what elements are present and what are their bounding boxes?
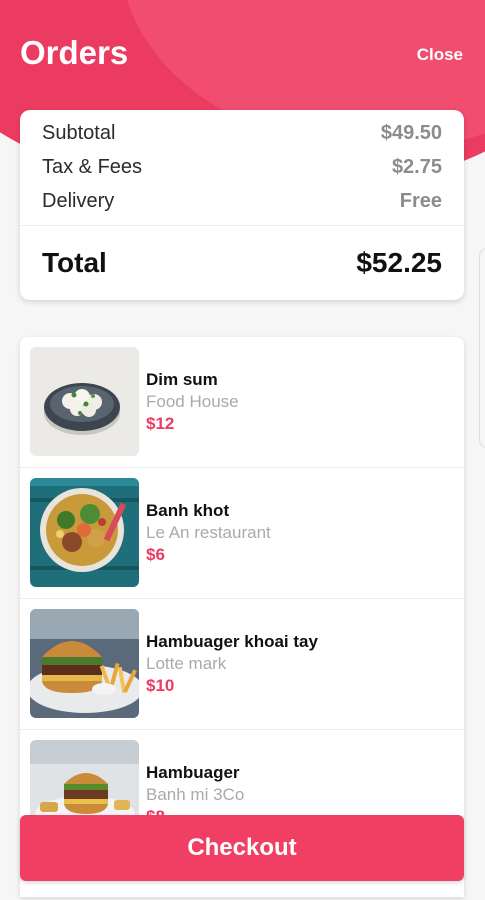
list-item[interactable]: Dim sum Food House $12 — [20, 337, 464, 468]
item-price: $6 — [146, 545, 165, 564]
checkout-button[interactable]: Checkout — [20, 815, 464, 881]
item-name: Dim sum — [146, 370, 218, 389]
item-name: Banh khot — [146, 501, 230, 520]
item-restaurant: Lotte mark — [146, 654, 227, 673]
list-item[interactable]: Banh khot Le An restaurant $6 — [20, 468, 464, 599]
item-restaurant: Banh mi 3Co — [146, 785, 245, 804]
orders-screen: Orders Close Subtotal $49.50 Tax & Fees … — [0, 0, 485, 900]
item-price: $12 — [146, 414, 175, 433]
delivery-row: Delivery Free — [42, 188, 442, 214]
item-name: Hambuager khoai tay — [146, 632, 318, 651]
subtotal-value: $49.50 — [380, 121, 442, 144]
delivery-value: Free — [399, 189, 442, 212]
total-row: Total $52.25 — [42, 246, 442, 280]
order-items-list: Dim sum Food House $12 Banh khot Le An r… — [20, 337, 464, 897]
item-name: Hambuager — [146, 763, 240, 782]
subtotal-label: Subtotal — [42, 121, 116, 144]
item-restaurant: Le An restaurant — [146, 523, 271, 542]
tax-label: Tax & Fees — [42, 155, 143, 178]
total-label: Total — [42, 247, 107, 278]
item-restaurant: Food House — [146, 392, 239, 411]
delivery-label: Delivery — [42, 189, 115, 212]
tax-row: Tax & Fees $2.75 — [42, 154, 442, 180]
header: Orders Close — [0, 0, 485, 110]
list-item[interactable]: Hambuager khoai tay Lotte mark $10 — [20, 599, 464, 730]
order-summary-card: Subtotal $49.50 Tax & Fees $2.75 Deliver… — [20, 110, 464, 300]
burger-fries-image — [30, 609, 139, 718]
item-price: $10 — [146, 676, 175, 695]
dim-sum-image — [30, 347, 139, 456]
total-value: $52.25 — [356, 247, 442, 278]
subtotal-row: Subtotal $49.50 — [42, 120, 442, 146]
page-title: Orders — [20, 34, 129, 71]
summary-divider — [20, 225, 464, 226]
banh-khot-image — [30, 478, 139, 587]
side-panel-edge — [479, 248, 485, 448]
close-button[interactable]: Close — [417, 45, 463, 65]
tax-value: $2.75 — [391, 155, 442, 178]
